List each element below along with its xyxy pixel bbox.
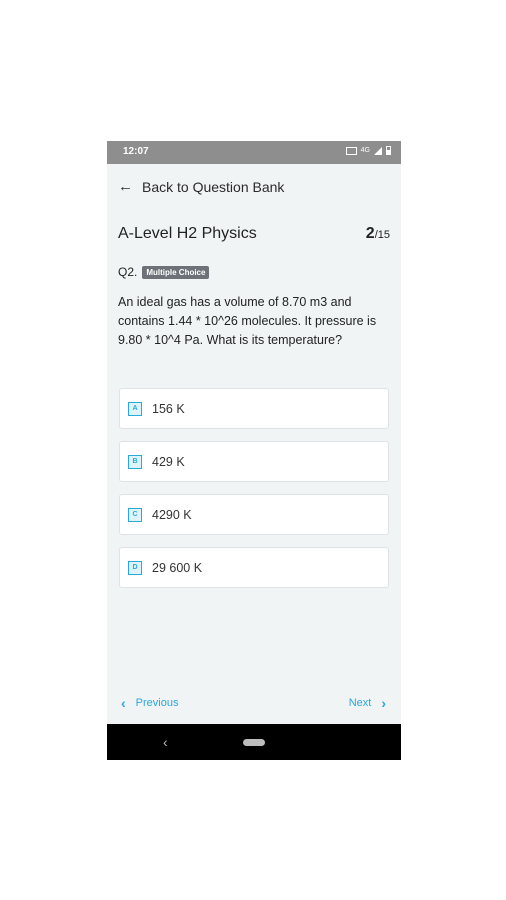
next-label: Next <box>348 697 372 709</box>
option-letter: A <box>128 401 142 416</box>
back-to-question-bank-link[interactable]: ← Back to Question Bank <box>118 179 284 195</box>
option-text: 4290 K <box>152 507 192 522</box>
question-type-badge: Multiple Choice <box>142 265 210 279</box>
option-text: 429 K <box>152 454 185 469</box>
arrow-left-icon: ← <box>118 178 133 195</box>
page-title: A-Level H2 Physics <box>118 225 257 242</box>
chevron-right-icon: › <box>381 694 386 711</box>
question-text: An ideal gas has a volume of 8.70 m3 and… <box>118 295 377 347</box>
option-a[interactable]: A 156 K <box>119 388 389 429</box>
system-back-icon[interactable]: ‹ <box>163 734 168 750</box>
total-questions: /15 <box>374 229 390 241</box>
battery-icon <box>386 146 391 155</box>
next-button[interactable]: Next › <box>348 694 386 711</box>
previous-label: Previous <box>135 697 179 709</box>
question-number: Q2. <box>118 265 138 279</box>
question-counter: 2/15 <box>366 225 390 243</box>
option-letter: C <box>128 507 142 522</box>
option-text: 29 600 K <box>152 560 203 575</box>
option-d[interactable]: D 29 600 K <box>119 547 389 588</box>
signal-icon <box>374 146 382 155</box>
home-pill-icon[interactable] <box>243 739 265 746</box>
option-c[interactable]: C 4290 K <box>119 494 389 535</box>
previous-button[interactable]: ‹ Previous <box>121 694 179 711</box>
option-letter: D <box>128 560 142 575</box>
answer-options: A 156 K B 429 K C 4290 K D 29 600 K <box>119 388 389 600</box>
status-time: 12:07 <box>123 146 149 157</box>
phone-screen: 12:07 4G ← Back to Question Bank A-Level… <box>107 141 401 760</box>
status-bar: 12:07 4G <box>107 141 401 164</box>
system-navigation-bar: ‹ <box>107 724 401 760</box>
back-label: Back to Question Bank <box>142 179 285 195</box>
network-type: 4G <box>360 146 370 154</box>
screen-icon <box>345 146 357 155</box>
option-b[interactable]: B 429 K <box>119 441 389 482</box>
chevron-left-icon: ‹ <box>121 694 126 711</box>
status-icons: 4G <box>345 146 391 155</box>
title-row: A-Level H2 Physics 2/15 <box>118 225 390 243</box>
option-text: 156 K <box>152 401 185 416</box>
current-question-number: 2 <box>365 225 375 242</box>
question-header: Q2. Multiple Choice <box>118 265 210 279</box>
option-letter: B <box>128 454 142 469</box>
